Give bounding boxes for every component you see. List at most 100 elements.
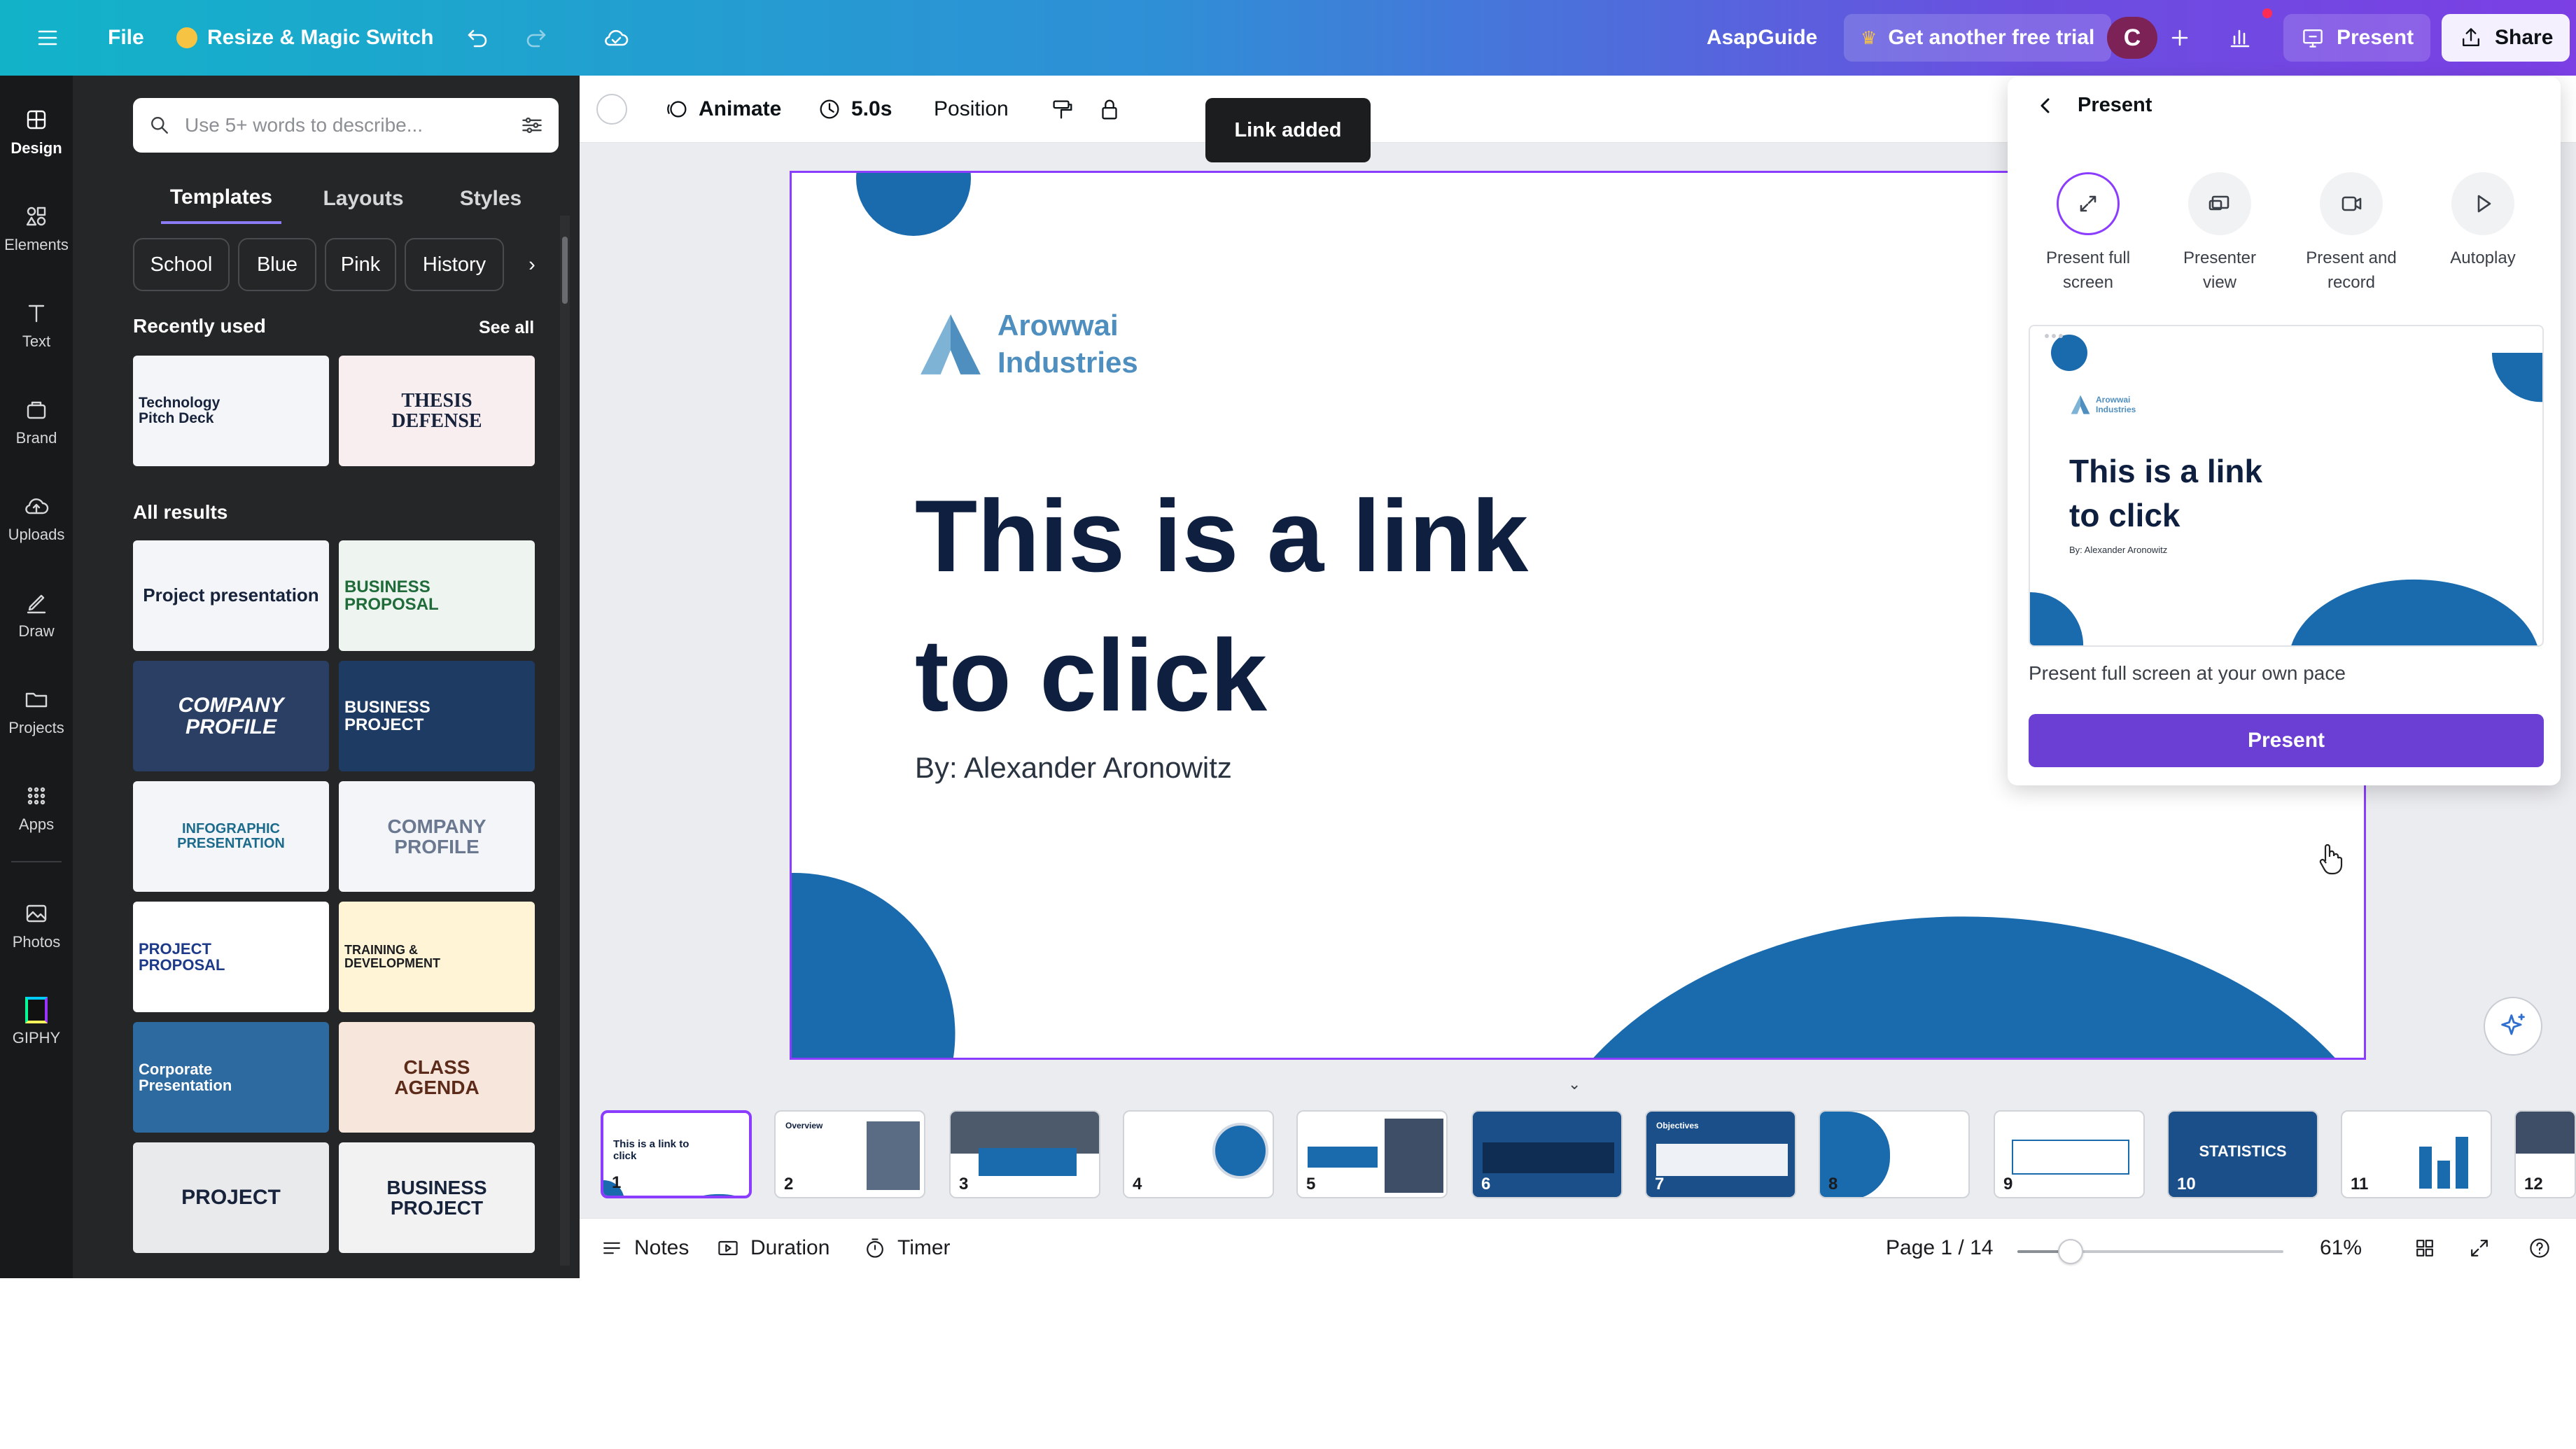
present-button[interactable]: Present xyxy=(2283,14,2431,62)
rail-item-apps[interactable]: Apps xyxy=(0,766,73,850)
notes-button[interactable]: Notes xyxy=(599,1218,689,1278)
slide-thumbnail[interactable]: Overview 2 xyxy=(774,1110,925,1198)
slide-thumbnail[interactable]: 9 xyxy=(1994,1110,2145,1198)
template-thumbnail[interactable]: Project presentation xyxy=(133,540,329,651)
add-collaborator-icon[interactable] xyxy=(2166,0,2194,76)
share-button[interactable]: Share xyxy=(2442,14,2570,62)
slide-thumbnail[interactable]: 3 xyxy=(949,1110,1100,1198)
template-thumbnail[interactable]: COMPANY PROFILE xyxy=(133,661,329,771)
chevron-down-icon[interactable]: ⌄ xyxy=(1568,1075,1581,1093)
tab-templates[interactable]: Templates xyxy=(161,174,281,224)
option-label: Presenter xyxy=(2183,248,2257,267)
slide-thumbnail[interactable]: 8 xyxy=(1819,1110,1970,1198)
help-icon[interactable] xyxy=(2527,1218,2552,1278)
panel-scrollbar[interactable] xyxy=(560,216,570,1266)
zoom-level[interactable]: 61% xyxy=(2320,1218,2362,1278)
see-all-link[interactable]: See all xyxy=(479,318,534,338)
free-trial-button[interactable]: ♛ Get another free trial xyxy=(1844,14,2112,62)
option-label: Present full xyxy=(2045,248,2131,267)
undo-icon[interactable] xyxy=(462,0,490,76)
resize-magic-switch-button[interactable]: Resize & Magic Switch xyxy=(176,0,433,76)
present-label: Present xyxy=(2337,26,2414,49)
file-menu[interactable]: File xyxy=(108,0,144,76)
back-chevron-icon[interactable] xyxy=(2036,95,2057,116)
template-thumbnail[interactable]: BUSINESS PROPOSAL xyxy=(339,540,535,651)
filter-icon[interactable] xyxy=(519,113,545,138)
slide-thumbnail[interactable]: 12 xyxy=(2514,1110,2576,1198)
tab-layouts[interactable]: Layouts xyxy=(311,174,416,224)
rail-item-design[interactable]: Design xyxy=(0,90,73,174)
hand-cursor-icon xyxy=(2319,844,2343,875)
template-thumbnail[interactable]: THESIS DEFENSE xyxy=(339,356,535,466)
share-label: Share xyxy=(2495,26,2554,49)
filter-chip-school[interactable]: School xyxy=(133,238,230,291)
option-label: screen xyxy=(2062,272,2114,292)
zoom-slider[interactable] xyxy=(2017,1250,2283,1253)
rail-item-uploads[interactable]: Uploads xyxy=(0,476,73,560)
paint-format-icon[interactable] xyxy=(1049,76,1075,143)
rail-item-photos[interactable]: Photos xyxy=(0,883,73,967)
start-present-button[interactable]: Present xyxy=(2029,714,2544,767)
workspace-name[interactable]: AsapGuide xyxy=(1707,0,1817,76)
magic-assistant-button[interactable] xyxy=(2484,997,2542,1056)
redo-icon[interactable] xyxy=(524,0,552,76)
free-trial-label: Get another free trial xyxy=(1888,26,2095,49)
autoplay-option[interactable]: Autoplay xyxy=(2416,172,2549,271)
rail-label: GIPHY xyxy=(12,1029,61,1046)
slide-thumbnail[interactable]: This is a link to click 1 xyxy=(601,1110,752,1198)
present-and-record-option[interactable]: Present and record xyxy=(2285,172,2418,295)
template-thumbnail[interactable]: BUSINESS PROJECT xyxy=(339,1142,535,1253)
slide-thumbnail[interactable]: 6 xyxy=(1471,1110,1623,1198)
rail-item-giphy[interactable]: GIPHY xyxy=(0,980,73,1064)
slide-title-link[interactable]: This is a link to click xyxy=(915,467,1685,745)
slide-thumbnail[interactable]: 4 xyxy=(1123,1110,1274,1198)
duration-button[interactable]: 5.0s xyxy=(816,76,892,143)
slide-thumbnail[interactable]: Objectives 7 xyxy=(1645,1110,1796,1198)
rail-item-elements[interactable]: Elements xyxy=(0,186,73,270)
position-button[interactable]: Position xyxy=(934,76,1009,143)
lock-icon[interactable] xyxy=(1096,76,1123,143)
tab-styles[interactable]: Styles xyxy=(438,174,543,224)
chevron-right-icon[interactable]: › xyxy=(512,238,552,291)
filter-chip-blue[interactable]: Blue xyxy=(238,238,316,291)
cloud-saved-icon[interactable] xyxy=(602,0,630,76)
analytics-icon[interactable] xyxy=(2226,0,2254,76)
rail-item-text[interactable]: Text xyxy=(0,283,73,367)
panel-scrollbar-thumb[interactable] xyxy=(562,237,568,304)
template-thumbnail[interactable]: COMPANY PROFILE xyxy=(339,781,535,892)
template-thumbnail[interactable]: BUSINESS PROJECT xyxy=(339,661,535,771)
slide-thumbnail[interactable]: 11 xyxy=(2341,1110,2492,1198)
template-thumbnail[interactable]: CLASS AGENDA xyxy=(339,1022,535,1133)
rail-item-draw[interactable]: Draw xyxy=(0,573,73,657)
presenter-view-option[interactable]: Presenter view xyxy=(2153,172,2286,295)
timer-button[interactable]: Timer xyxy=(862,1218,951,1278)
rail-item-brand[interactable]: Brand xyxy=(0,379,73,463)
animate-button[interactable]: Animate xyxy=(664,76,781,143)
template-thumbnail[interactable]: INFOGRAPHIC PRESENTATION xyxy=(133,781,329,892)
hamburger-menu-icon[interactable] xyxy=(34,0,62,76)
zoom-slider-knob[interactable] xyxy=(2058,1239,2083,1264)
filter-chip-history[interactable]: History xyxy=(405,238,504,291)
animate-icon xyxy=(667,101,687,118)
template-thumbnail[interactable]: TRAINING & DEVELOPMENT xyxy=(339,902,535,1012)
slide-thumbnail-block xyxy=(979,1148,1077,1176)
avatar[interactable]: C xyxy=(2107,17,2157,59)
template-search[interactable]: Use 5+ words to describe... xyxy=(133,98,559,153)
template-thumbnail[interactable]: PROJECT PROPOSAL xyxy=(133,902,329,1012)
filter-chip-pink[interactable]: Pink xyxy=(325,238,396,291)
slide-byline[interactable]: By: Alexander Aronowitz xyxy=(915,751,1232,785)
duration-bottom-button[interactable]: Duration xyxy=(715,1218,830,1278)
template-thumbnail[interactable]: PROJECT xyxy=(133,1142,329,1253)
color-swatch[interactable] xyxy=(596,94,627,125)
template-thumbnail[interactable]: Corporate Presentation xyxy=(133,1022,329,1133)
present-fullscreen-option[interactable]: Present full screen xyxy=(2022,172,2155,295)
fullscreen-icon[interactable] xyxy=(2467,1218,2492,1278)
page-background xyxy=(0,1278,2576,1449)
search-input[interactable]: Use 5+ words to describe... xyxy=(185,114,507,136)
grid-view-icon[interactable] xyxy=(2412,1218,2437,1278)
page-indicator[interactable]: Page 1 / 14 xyxy=(1886,1218,1993,1278)
slide-thumbnail[interactable]: STATISTICS 10 xyxy=(2167,1110,2318,1198)
rail-item-projects[interactable]: Projects xyxy=(0,669,73,753)
template-thumbnail[interactable]: Technology Pitch Deck xyxy=(133,356,329,466)
slide-thumbnail[interactable]: 5 xyxy=(1296,1110,1448,1198)
